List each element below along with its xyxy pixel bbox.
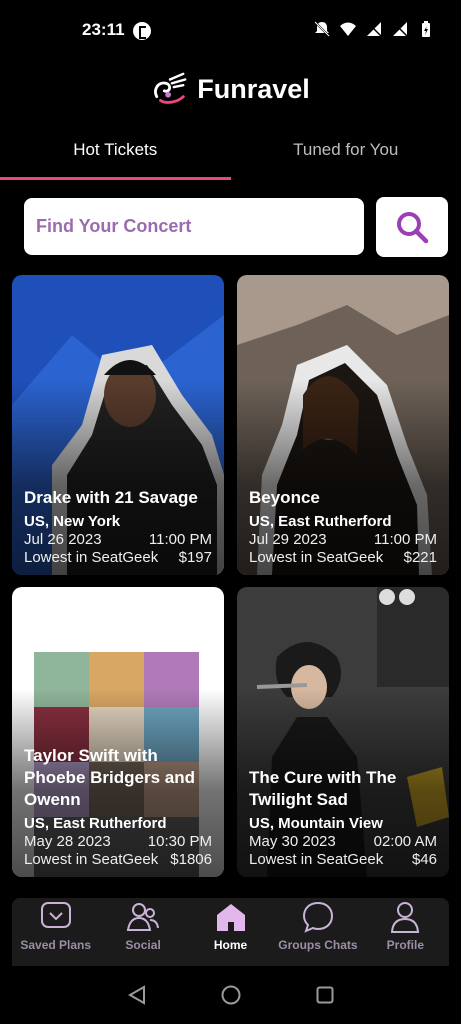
back-icon[interactable] <box>126 984 148 1006</box>
home-icon <box>216 904 245 931</box>
signal-icon <box>366 21 382 37</box>
nav-profile[interactable]: Profile <box>362 898 449 966</box>
status-bar: 23:11 <box>0 0 461 60</box>
price-source: Lowest in SeatGeek <box>249 549 384 566</box>
concert-time: 11:00 PM <box>373 531 437 548</box>
battery-icon <box>422 21 430 37</box>
concert-title: Beyonce <box>249 488 320 507</box>
app-header: Funravel <box>0 66 461 112</box>
concert-date: Jul 26 2023 <box>24 531 102 548</box>
system-navigation-bar <box>0 966 461 1024</box>
concert-time: 02:00 AM <box>373 833 437 850</box>
concert-location: US, Mountain View <box>249 815 383 832</box>
person-icon <box>391 902 420 933</box>
app-title: Funravel <box>197 73 310 104</box>
concert-price: $46 <box>411 851 437 868</box>
concert-time: 11:00 PM <box>148 531 212 548</box>
concert-location: US, East Rutherford <box>249 513 392 530</box>
concert-card-drake[interactable]: Drake with 21 Savage US, New York Jul 26… <box>12 275 224 575</box>
tab-hot-tickets[interactable]: Hot Tickets <box>0 130 231 180</box>
tab-tuned-for-you[interactable]: Tuned for You <box>231 130 461 180</box>
concert-title: Drake with 21 Savage <box>24 488 198 507</box>
concert-date: May 28 2023 <box>24 833 111 850</box>
concert-title: Taylor Swift with Phoebe Bridgers and Ow… <box>24 746 195 809</box>
price-source: Lowest in SeatGeek <box>249 851 384 868</box>
search-icon <box>397 212 429 244</box>
concert-price: $197 <box>178 549 212 566</box>
concert-info: Drake with 21 Savage US, New York Jul 26… <box>24 487 212 567</box>
price-source: Lowest in SeatGeek <box>24 851 159 868</box>
recents-icon[interactable] <box>314 984 336 1006</box>
signal-icon-2 <box>392 21 408 37</box>
concert-price: $1806 <box>170 851 212 868</box>
nav-saved-plans[interactable]: Saved Plans <box>12 898 99 966</box>
nav-social[interactable]: Social <box>99 898 186 966</box>
concert-price: $221 <box>403 549 437 566</box>
concert-card-taylor-swift[interactable]: Taylor Swift with Phoebe Bridgers and Ow… <box>12 587 224 877</box>
concert-time: 10:30 PM <box>147 833 212 850</box>
status-icons <box>313 20 435 38</box>
nav-label: Profile <box>386 938 424 952</box>
funravel-logo-icon <box>154 72 187 104</box>
people-icon <box>126 903 160 931</box>
concert-info: Taylor Swift with Phoebe Bridgers and Ow… <box>24 745 212 869</box>
concert-info: The Cure with The Twilight Sad US, Mount… <box>249 767 437 869</box>
status-time: 23:11 <box>82 20 125 39</box>
concert-title: The Cure with The Twilight Sad <box>249 768 397 809</box>
concert-date: May 30 2023 <box>249 833 336 850</box>
nav-label: Social <box>125 938 161 952</box>
concert-info: Beyonce US, East Rutherford Jul 29 2023 … <box>249 487 437 567</box>
concert-card-beyonce[interactable]: Beyonce US, East Rutherford Jul 29 2023 … <box>237 275 449 575</box>
nav-label: Saved Plans <box>20 938 92 952</box>
home-circle-icon[interactable] <box>220 984 242 1006</box>
concert-location: US, East Rutherford <box>24 815 167 832</box>
concert-date: Jul 29 2023 <box>249 531 327 548</box>
wifi-icon <box>340 22 356 36</box>
bottom-navigation: Saved Plans Social Home Groups Chats Pro… <box>12 898 449 966</box>
price-source: Lowest in SeatGeek <box>24 549 159 566</box>
mute-icon <box>314 21 330 37</box>
search-button[interactable] <box>376 197 448 257</box>
concert-location: US, New York <box>24 513 121 530</box>
nav-label: Home <box>213 938 248 952</box>
bookmark-icon <box>40 902 71 928</box>
concert-search-input[interactable] <box>24 198 364 255</box>
app-notification-icon <box>133 22 151 40</box>
nav-label: Groups Chats <box>278 938 358 952</box>
nav-home[interactable]: Home <box>187 898 274 966</box>
nav-groups-chats[interactable]: Groups Chats <box>274 898 361 966</box>
tab-bar: Hot Tickets Tuned for You <box>0 130 461 180</box>
chat-bubble-icon <box>302 901 333 933</box>
concert-card-the-cure[interactable]: The Cure with The Twilight Sad US, Mount… <box>237 587 449 877</box>
